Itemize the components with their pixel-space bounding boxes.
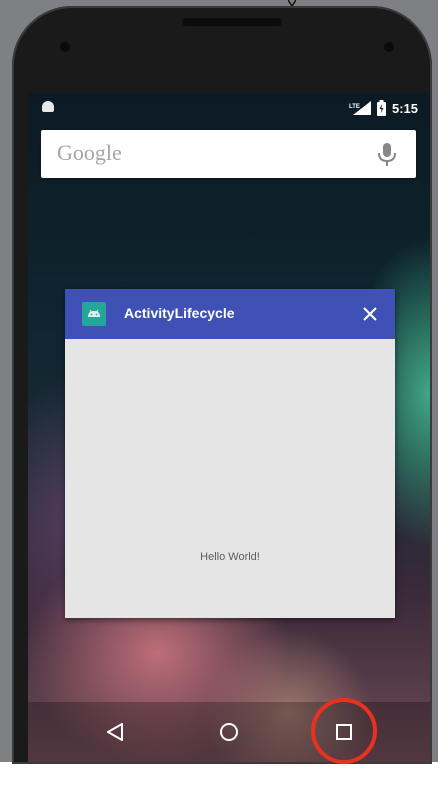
google-search-bar[interactable]: Google [41, 130, 416, 178]
home-circle-icon[interactable] [213, 716, 245, 748]
battery-charging-icon [376, 100, 386, 116]
signal-lte-icon: LTE [349, 101, 371, 115]
front-sensor [60, 42, 70, 52]
recent-app-card[interactable]: ActivityLifecycle Hello World! [65, 289, 395, 618]
status-icons: LTE 5:15 [349, 99, 418, 117]
google-search-placeholder: Google [57, 140, 122, 165]
recent-app-title: ActivityLifecycle [124, 305, 235, 321]
front-camera [384, 42, 394, 52]
recents-highlight-circle [311, 698, 377, 764]
recent-app-header: ActivityLifecycle [65, 289, 395, 339]
close-icon[interactable] [357, 301, 383, 327]
screenshot-stage: LTE 5:15 Google ActivityLifecycle Hello … [0, 0, 438, 800]
svg-text:LTE: LTE [349, 104, 360, 110]
status-time: 5:15 [391, 100, 418, 116]
microphone-icon[interactable] [376, 142, 398, 168]
hello-world-text: Hello World! [200, 551, 260, 563]
android-notification-icon [42, 101, 54, 112]
status-bar: LTE 5:15 [28, 93, 430, 123]
android-app-icon [82, 302, 106, 326]
back-triangle-icon[interactable] [100, 716, 132, 748]
earpiece-speaker [182, 18, 282, 26]
device-screen: LTE 5:15 Google ActivityLifecycle Hello … [28, 93, 430, 762]
